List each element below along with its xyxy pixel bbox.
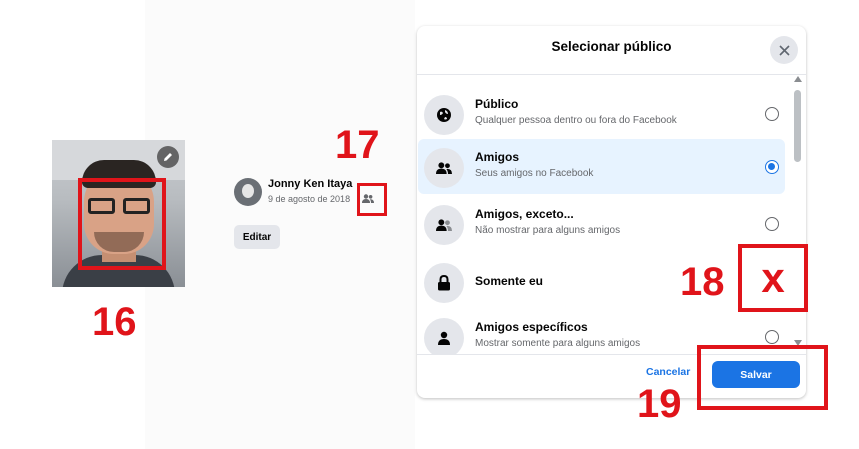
scroll-thumb[interactable] — [794, 90, 801, 162]
close-icon[interactable] — [770, 36, 798, 64]
option-description: Qualquer pessoa dentro ou fora do Facebo… — [475, 115, 677, 126]
option-title: Público — [475, 97, 519, 111]
annotation-box-17 — [357, 183, 387, 216]
lock-icon — [424, 263, 464, 303]
radio-button[interactable] — [765, 107, 779, 121]
edit-post-button[interactable]: Editar — [234, 225, 280, 249]
option-friends-except[interactable]: Amigos, exceto... Não mostrar para algun… — [418, 196, 785, 251]
radio-button[interactable] — [765, 217, 779, 231]
post-author[interactable]: Jonny Ken Itaya — [268, 178, 352, 190]
globe-icon — [424, 95, 464, 135]
option-title: Amigos — [475, 150, 520, 164]
background-panel — [145, 0, 415, 449]
annotation-x-mark: x — [738, 244, 808, 312]
annotation-number-19: 19 — [637, 382, 682, 426]
friends-icon — [424, 148, 464, 188]
annotation-number-18: 18 — [680, 260, 725, 304]
audience-dialog: Selecionar público Público Qualquer pess… — [417, 26, 806, 398]
divider — [417, 74, 806, 75]
scroll-up-icon[interactable] — [794, 76, 802, 82]
option-description: Seus amigos no Facebook — [475, 168, 594, 179]
option-description: Não mostrar para alguns amigos — [475, 225, 621, 236]
radio-button[interactable] — [765, 330, 779, 344]
friends-except-icon — [424, 205, 464, 245]
pencil-icon[interactable] — [157, 146, 179, 168]
annotation-box-19 — [697, 345, 828, 410]
avatar[interactable] — [234, 178, 262, 206]
option-friends[interactable]: Amigos Seus amigos no Facebook — [418, 139, 785, 194]
option-only-me[interactable]: Somente eu — [418, 254, 785, 309]
option-public[interactable]: Público Qualquer pessoa dentro ou fora d… — [418, 86, 785, 141]
annotation-box-16 — [78, 178, 166, 270]
option-description: Mostrar somente para alguns amigos — [475, 338, 641, 349]
option-title: Amigos específicos — [475, 320, 588, 334]
cancel-button[interactable]: Cancelar — [646, 366, 690, 378]
radio-button-checked[interactable] — [765, 160, 779, 174]
post-date[interactable]: 9 de agosto de 2018 — [268, 194, 350, 204]
annotation-number-17: 17 — [335, 123, 380, 167]
option-title: Amigos, exceto... — [475, 207, 574, 221]
dialog-title: Selecionar público — [551, 39, 672, 54]
audience-options-list: Público Qualquer pessoa dentro ou fora d… — [417, 76, 806, 354]
annotation-number-16: 16 — [92, 300, 137, 344]
option-title: Somente eu — [475, 274, 544, 288]
person-icon — [424, 318, 464, 354]
